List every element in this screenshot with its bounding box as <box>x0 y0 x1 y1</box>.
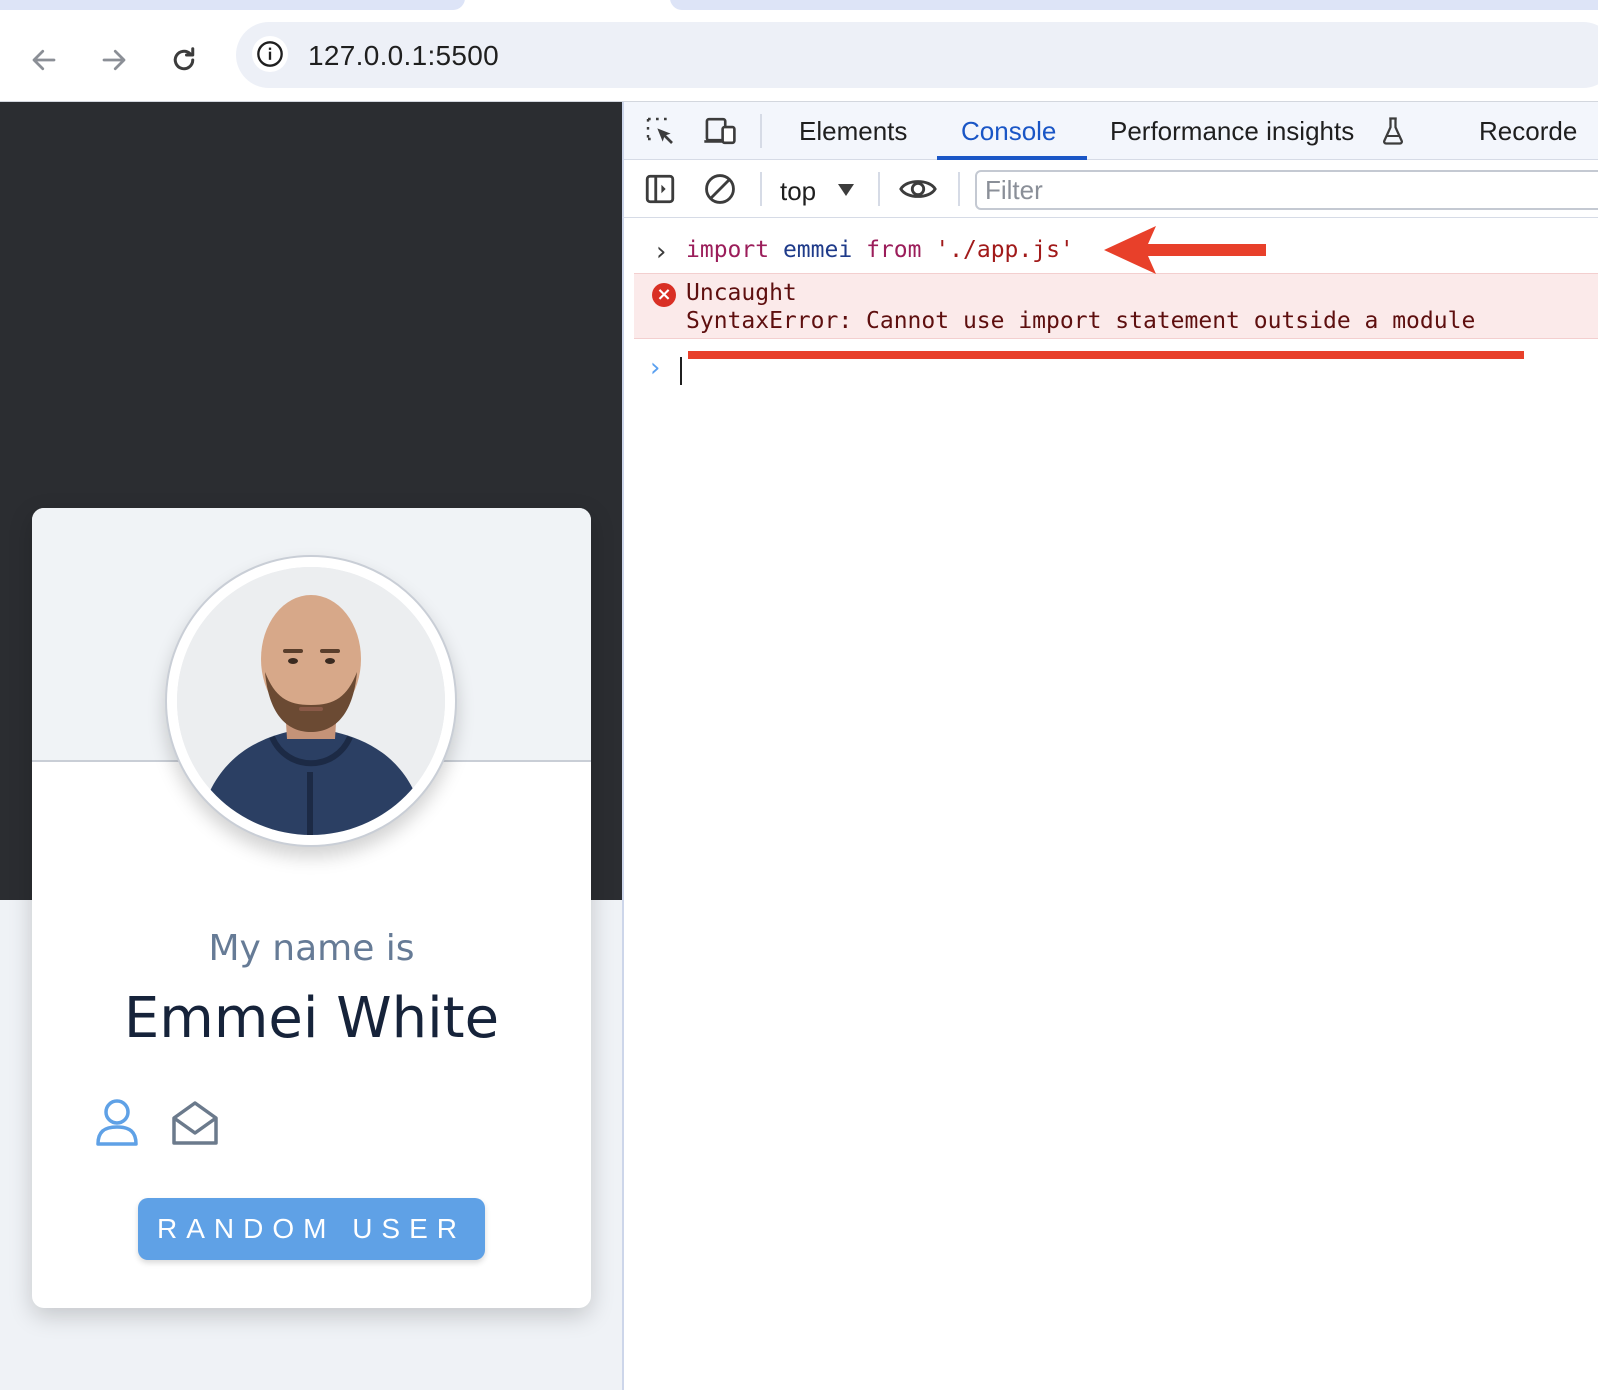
clear-console-icon[interactable] <box>702 172 738 206</box>
inspect-element-icon[interactable] <box>642 114 678 148</box>
code-keyword: import <box>686 237 770 263</box>
info-icon[interactable] <box>252 36 288 72</box>
annotation-arrow <box>1104 226 1266 274</box>
filter-input[interactable] <box>977 172 1598 208</box>
text-caret <box>680 357 682 385</box>
code-string: './app.js' <box>935 237 1074 263</box>
webpage: My name is Emmei White RANDOM USER <box>0 102 622 1390</box>
flask-icon <box>1380 116 1406 151</box>
profile-card: My name is Emmei White RANDOM USER <box>32 508 591 1308</box>
code-identifier: emmei <box>782 237 853 263</box>
divider <box>878 172 880 206</box>
tab-console[interactable]: Console <box>961 116 1056 147</box>
avatar <box>177 567 445 835</box>
browser-toolbar: 127.0.0.1:5500 <box>0 22 1598 102</box>
context-selector[interactable]: top <box>780 176 816 207</box>
avatar-frame <box>165 555 457 847</box>
tab-recorder[interactable]: Recorde <box>1479 116 1577 147</box>
console-output: › import emmei from './app.js' × Uncaugh… <box>624 219 1598 1390</box>
device-toolbar-icon[interactable] <box>702 114 738 148</box>
chevron-right-icon: › <box>650 353 661 383</box>
address-bar[interactable]: 127.0.0.1:5500 <box>236 22 1598 88</box>
back-button[interactable] <box>22 38 66 82</box>
annotation-underline <box>688 351 1524 359</box>
error-title: Uncaught <box>686 280 797 306</box>
error-detail: SyntaxError: Cannot use import statement… <box>686 308 1476 334</box>
devtools-tab-bar: Elements Console Performance insights Re… <box>624 102 1598 160</box>
tab-performance-insights[interactable]: Performance insights <box>1110 116 1354 147</box>
sidebar-toggle-icon[interactable] <box>642 172 678 206</box>
greeting-text: My name is <box>208 928 415 969</box>
mail-open-icon[interactable] <box>170 1098 220 1148</box>
url-text: 127.0.0.1:5500 <box>308 40 500 71</box>
browser-tab[interactable] <box>670 0 1598 10</box>
chevron-down-icon[interactable] <box>838 184 854 196</box>
arrow-right-icon <box>102 49 126 71</box>
forward-button[interactable] <box>92 38 136 82</box>
error-icon: × <box>652 283 676 307</box>
reload-button[interactable] <box>162 38 206 82</box>
random-user-button[interactable]: RANDOM USER <box>138 1198 485 1260</box>
divider <box>958 172 960 206</box>
tab-strip <box>0 0 1598 22</box>
user-name: Emmei White <box>123 986 500 1051</box>
eye-icon[interactable] <box>898 172 938 206</box>
filter-field[interactable] <box>975 170 1598 210</box>
arrow-left-icon <box>32 49 56 71</box>
code-line: import emmei from './app.js' <box>686 237 1074 263</box>
chevron-right-icon[interactable]: › <box>656 237 666 267</box>
divider <box>760 114 762 148</box>
browser-tab[interactable] <box>0 0 465 10</box>
console-error-message[interactable]: × Uncaught SyntaxError: Cannot use impor… <box>634 273 1598 339</box>
divider <box>760 172 762 206</box>
user-icon[interactable] <box>94 1098 140 1148</box>
code-keyword: from <box>866 237 922 263</box>
console-toolbar: top <box>624 160 1598 218</box>
devtools-panel: Elements Console Performance insights Re… <box>622 102 1598 1390</box>
reload-icon <box>173 47 195 71</box>
tab-elements[interactable]: Elements <box>799 116 907 147</box>
